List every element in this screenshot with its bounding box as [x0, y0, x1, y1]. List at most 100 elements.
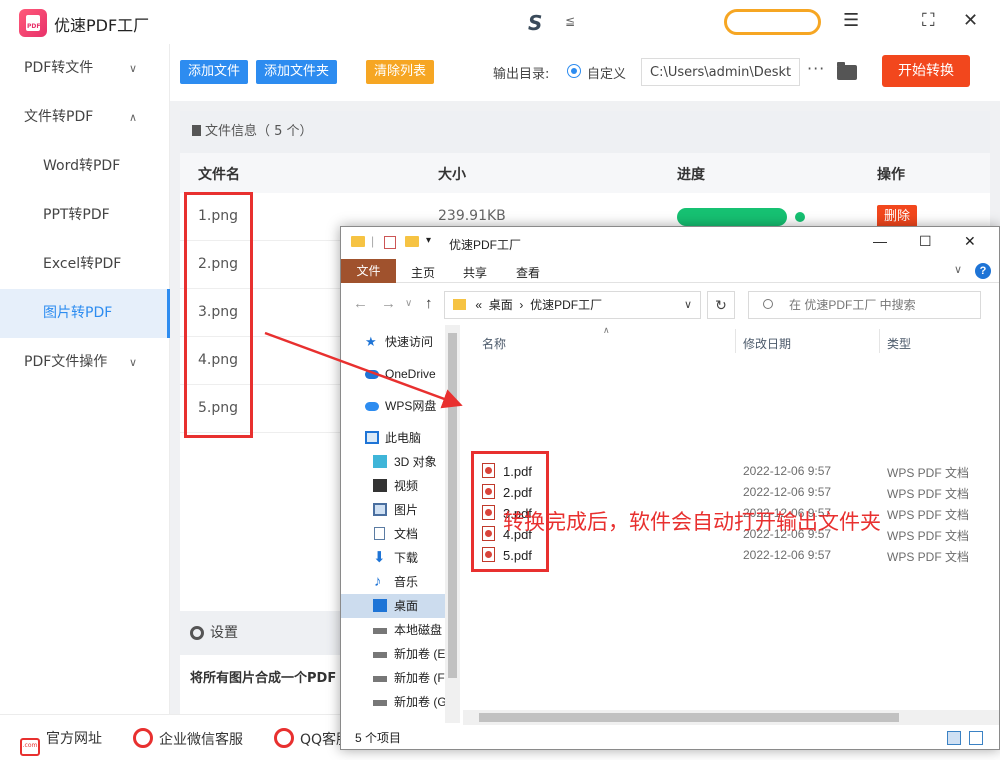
nav-scrollbar-thumb[interactable]	[448, 333, 457, 678]
nav-item-documents[interactable]: 文档	[341, 522, 459, 546]
recent-dropdown-icon[interactable]: ∨	[405, 298, 412, 309]
sidebar-item-label: 图片转PDF	[43, 305, 113, 321]
up-arrow-icon[interactable]: ↑	[425, 295, 433, 312]
file-info-header: 文件信息（ 5 个）	[180, 111, 990, 153]
folder-icon[interactable]	[837, 62, 857, 80]
col-type-header[interactable]: 类型	[887, 335, 911, 352]
sidebar-item-pdf-to-file[interactable]: PDF转文件 ∨	[0, 44, 169, 93]
close-icon[interactable]: ✕	[964, 233, 976, 250]
separator-icon: |	[371, 234, 375, 248]
tab-view[interactable]: 查看	[516, 264, 540, 281]
column-divider[interactable]	[735, 329, 736, 353]
column-divider[interactable]	[879, 329, 880, 353]
star-icon: ★	[365, 334, 377, 349]
file-type: WPS PDF 文档	[887, 529, 970, 543]
sidebar-item-label: 文件转PDF	[24, 109, 94, 125]
nav-item-label: OneDrive	[385, 367, 436, 381]
app-title: 优速PDF工厂	[54, 16, 150, 35]
nav-item-label: WPS网盘	[385, 399, 437, 413]
file-type: WPS PDF 文档	[887, 550, 970, 564]
nav-item-pictures[interactable]: 图片	[341, 498, 459, 522]
nav-item-local-disk[interactable]: 本地磁盘	[341, 618, 459, 642]
custom-radio[interactable]	[567, 64, 581, 78]
sidebar-item-pdf-operations[interactable]: PDF文件操作 ∨	[0, 338, 169, 387]
minimize-icon[interactable]: —	[873, 233, 887, 249]
new-folder-icon[interactable]	[405, 236, 419, 247]
col-progress: 进度	[677, 167, 705, 183]
refresh-icon[interactable]: ↻	[707, 291, 735, 319]
nav-item-quick-access[interactable]: ★ 快速访问	[341, 330, 459, 354]
search-input[interactable]: 在 优速PDF工厂 中搜索	[748, 291, 981, 319]
col-date-header[interactable]: 修改日期	[743, 335, 791, 352]
col-name: 文件名	[198, 167, 240, 183]
nav-item-label: 文档	[394, 527, 419, 541]
large-icons-view-icon[interactable]	[969, 731, 983, 745]
nav-item-label: 桌面	[394, 599, 419, 613]
tab-home[interactable]: 主页	[411, 264, 435, 281]
clear-list-button[interactable]: 清除列表	[366, 60, 435, 84]
file-date: 2022-12-06 9:57	[743, 548, 832, 562]
tab-file[interactable]: 文件	[341, 259, 396, 283]
forward-arrow-icon[interactable]: →	[381, 295, 396, 312]
nav-item-wps-drive[interactable]: WPS网盘	[341, 394, 459, 418]
nav-item-3d-objects[interactable]: 3D 对象	[341, 450, 459, 474]
close-icon[interactable]: ✕	[963, 10, 978, 31]
horizontal-scrollbar-thumb[interactable]	[479, 713, 899, 722]
add-folder-button[interactable]: 添加文件夹	[256, 60, 338, 84]
help-icon[interactable]: ?	[975, 263, 991, 279]
nav-scrollbar[interactable]	[445, 325, 460, 723]
wechat-icon	[133, 728, 153, 748]
user-pill-button[interactable]	[724, 9, 821, 35]
sidebar-item-ppt-to-pdf[interactable]: PPT转PDF	[0, 191, 169, 240]
tab-share[interactable]: 共享	[463, 264, 487, 281]
maximize-icon[interactable]: ☐	[919, 233, 932, 250]
breadcrumb-folder[interactable]: 优速PDF工厂	[530, 298, 602, 312]
website-link[interactable]: .com 官方网址	[20, 728, 102, 756]
wechat-service-link[interactable]: 企业微信客服	[133, 728, 243, 749]
cloud-icon	[365, 402, 379, 411]
horizontal-scrollbar[interactable]	[463, 710, 999, 725]
file-date: 2022-12-06 9:57	[743, 485, 832, 499]
chevron-down-icon: ∨	[128, 62, 137, 75]
nav-item-label: 音乐	[394, 575, 419, 589]
breadcrumb-desktop[interactable]: 桌面	[489, 298, 513, 312]
more-options-button[interactable]: ···	[807, 59, 825, 78]
nav-item-label: 新加卷 (G	[394, 695, 447, 709]
nav-item-videos[interactable]: 视频	[341, 474, 459, 498]
website-label: 官方网址	[46, 731, 102, 747]
nav-item-volume-e[interactable]: 新加卷 (E	[341, 642, 459, 666]
nav-item-this-pc[interactable]: 此电脑	[341, 426, 459, 450]
custom-radio-label: 自定义	[587, 67, 627, 82]
output-path-input[interactable]	[641, 58, 800, 86]
sidebar-item-file-to-pdf[interactable]: 文件转PDF ∧	[0, 93, 169, 142]
customize-qat-icon[interactable]: ▾	[426, 235, 431, 246]
nav-item-desktop[interactable]: 桌面	[341, 594, 459, 618]
search-placeholder: 在 优速PDF工厂 中搜索	[789, 298, 916, 312]
explorer-titlebar: | ▾ 优速PDF工厂 — ☐ ✕	[341, 227, 999, 259]
website-icon: .com	[20, 738, 40, 756]
chevron-down-icon[interactable]: ∨	[954, 263, 962, 276]
chevron-down-icon[interactable]: ∨	[684, 292, 692, 318]
nav-item-music[interactable]: ♪ 音乐	[341, 570, 459, 594]
back-arrow-icon[interactable]: ←	[353, 295, 368, 312]
nav-item-downloads[interactable]: ⬇ 下载	[341, 546, 459, 570]
properties-icon[interactable]	[384, 236, 396, 249]
nav-item-volume-g[interactable]: 新加卷 (G	[341, 690, 459, 714]
qq-service-link[interactable]: QQ客服	[274, 728, 350, 749]
add-file-button[interactable]: 添加文件	[180, 60, 249, 84]
menu-icon[interactable]: ☰	[843, 10, 859, 31]
address-input[interactable]: « 桌面 › 优速PDF工厂 ∨	[444, 291, 701, 319]
nav-item-volume-f[interactable]: 新加卷 (F	[341, 666, 459, 690]
sidebar-item-label: Excel转PDF	[43, 256, 122, 272]
sidebar-item-excel-to-pdf[interactable]: Excel转PDF	[0, 240, 169, 289]
breadcrumb-separator: ›	[519, 298, 524, 312]
file-date: 2022-12-06 9:57	[743, 464, 832, 478]
sidebar-item-image-to-pdf[interactable]: 图片转PDF	[0, 289, 170, 338]
maximize-icon[interactable]: ⛶	[922, 10, 935, 31]
col-name-header[interactable]: 名称	[482, 335, 506, 352]
nav-item-onedrive[interactable]: OneDrive	[341, 362, 459, 386]
start-convert-button[interactable]: 开始转换	[882, 55, 970, 87]
details-view-icon[interactable]	[947, 731, 961, 745]
sidebar-item-word-to-pdf[interactable]: Word转PDF	[0, 142, 169, 191]
file-info-title: 文件信息（ 5 个）	[205, 124, 313, 139]
